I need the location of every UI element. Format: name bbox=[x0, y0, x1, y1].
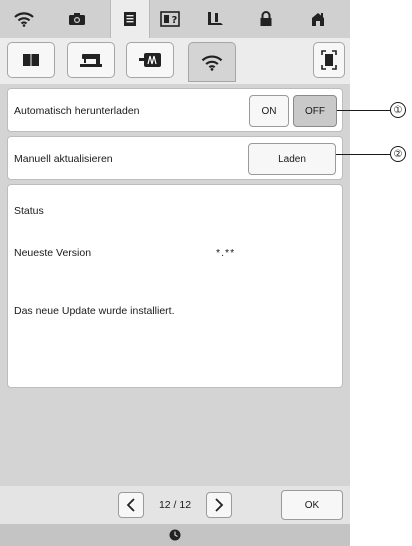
tab-presser-foot[interactable] bbox=[195, 0, 235, 38]
frame-view-button[interactable] bbox=[313, 42, 345, 78]
wifi-icon bbox=[201, 55, 223, 71]
next-page-button[interactable] bbox=[206, 492, 232, 518]
sewing-machine-icon bbox=[80, 54, 102, 67]
ok-button[interactable]: OK bbox=[281, 490, 343, 520]
document-icon bbox=[124, 12, 136, 26]
auto-download-off-button[interactable]: OFF bbox=[293, 95, 337, 127]
tab-camera[interactable] bbox=[57, 0, 97, 38]
tab-settings-page[interactable] bbox=[110, 0, 150, 38]
auto-download-row: Automatisch herunterladen ON OFF bbox=[7, 88, 343, 132]
camera-icon bbox=[69, 13, 85, 25]
chevron-left-icon bbox=[126, 498, 135, 512]
status-box: Status Neueste Version *.** Das neue Upd… bbox=[7, 184, 343, 388]
page-indicator: 12 / 12 bbox=[158, 499, 192, 511]
version-label: Neueste Version bbox=[14, 247, 92, 259]
callout-1: ① bbox=[390, 102, 406, 118]
sewing-foot-icon bbox=[208, 12, 223, 25]
lock-icon bbox=[260, 11, 272, 26]
manual-update-label: Manuell aktualisieren bbox=[14, 153, 113, 165]
status-bar bbox=[0, 524, 350, 546]
load-button[interactable]: Laden bbox=[248, 143, 336, 175]
content-area: Automatisch herunterladen ON OFF Manuell… bbox=[0, 84, 350, 486]
settings-panel: ? Automatisch herunterladen ON OFF Manue… bbox=[0, 0, 350, 546]
tab-help[interactable]: ? bbox=[150, 0, 190, 38]
status-heading: Status bbox=[14, 205, 44, 217]
callout-2: ② bbox=[390, 146, 406, 162]
help-icon: ? bbox=[160, 11, 180, 27]
auto-download-on-button[interactable]: ON bbox=[249, 95, 289, 127]
version-value: *.** bbox=[216, 247, 236, 259]
top-tab-bar: ? bbox=[0, 0, 350, 38]
callout-line-1 bbox=[337, 110, 390, 111]
auto-download-label: Automatisch herunterladen bbox=[14, 105, 140, 117]
wifi-icon bbox=[14, 12, 34, 27]
tab-home[interactable] bbox=[298, 0, 338, 38]
subtab-embroidery[interactable] bbox=[126, 42, 174, 78]
subtab-sewing[interactable] bbox=[67, 42, 115, 78]
clock-icon bbox=[169, 529, 181, 541]
subtab-manual[interactable] bbox=[7, 42, 55, 78]
previous-page-button[interactable] bbox=[118, 492, 144, 518]
bottom-bar: 12 / 12 OK bbox=[0, 486, 350, 524]
manual-update-row: Manuell aktualisieren Laden bbox=[7, 136, 343, 180]
embroidery-icon bbox=[139, 53, 161, 67]
tab-lock[interactable] bbox=[246, 0, 286, 38]
home-icon bbox=[312, 13, 324, 26]
callout-line-2 bbox=[336, 154, 390, 155]
frame-icon bbox=[321, 50, 337, 70]
chevron-right-icon bbox=[215, 498, 224, 512]
status-message: Das neue Update wurde installiert. bbox=[14, 305, 175, 317]
svg-text:?: ? bbox=[172, 15, 178, 26]
book-icon bbox=[23, 54, 39, 66]
tab-wifi[interactable] bbox=[4, 0, 44, 38]
subtab-wireless[interactable] bbox=[188, 42, 236, 82]
sub-tab-bar bbox=[0, 38, 350, 86]
